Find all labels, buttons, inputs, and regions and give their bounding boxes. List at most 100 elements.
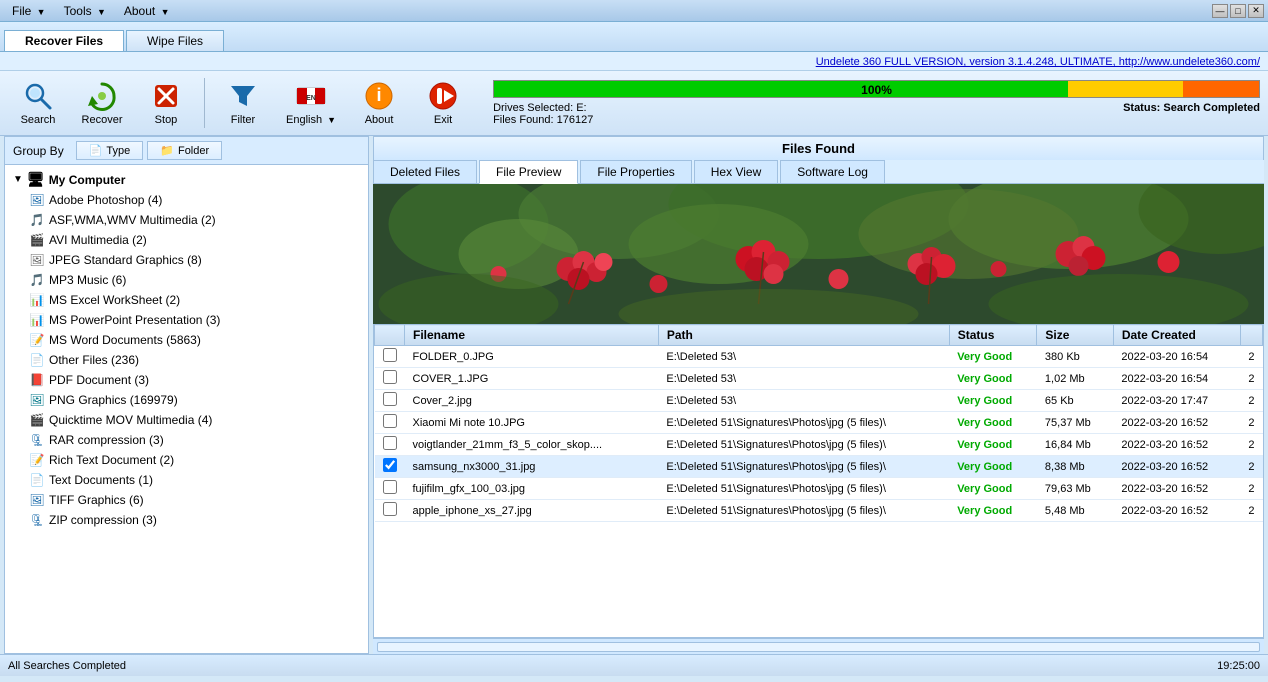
status-left: All Searches Completed [8,660,126,672]
language-button[interactable]: EN English ▼ [277,75,345,131]
table-row[interactable]: FOLDER_0.JPG E:\Deleted 53\ Very Good 38… [375,346,1263,368]
file-table-container: Filename Path Status Size Date Created F… [373,324,1264,638]
tree-item-photoshop[interactable]: 🖼 Adobe Photoshop (4) [25,190,364,210]
row-extra: 2 [1240,390,1262,412]
tree-item-pdf[interactable]: 📕 PDF Document (3) [25,370,364,390]
row-checkbox[interactable] [383,392,397,406]
row-path: E:\Deleted 53\ [658,346,949,368]
tree-item-asf[interactable]: 🎵 ASF,WMA,WMV Multimedia (2) [25,210,364,230]
tree-root-my-computer[interactable]: ▼ 🖥 My Computer [9,169,364,190]
stop-icon [150,80,182,112]
tab-software-log[interactable]: Software Log [780,160,885,183]
menu-about[interactable]: About ▼ [116,2,178,20]
tree-item-excel[interactable]: 📊 MS Excel WorkSheet (2) [25,290,364,310]
folder-label: Folder [178,145,209,157]
row-status: Very Good [949,346,1037,368]
row-checkbox-cell[interactable] [375,368,405,390]
col-date[interactable]: Date Created [1113,325,1240,346]
search-label: Search [21,114,56,126]
status-info: Status: Search Completed [1123,102,1260,126]
menu-file[interactable]: File ▼ [4,2,54,20]
group-by-type-button[interactable]: 📄 Type [76,141,144,160]
row-checkbox[interactable] [383,458,397,472]
tree-item-other[interactable]: 📄 Other Files (236) [25,350,364,370]
row-checkbox-cell[interactable] [375,500,405,522]
table-row[interactable]: Cover_2.jpg E:\Deleted 53\ Very Good 65 … [375,390,1263,412]
tree-item-mp3[interactable]: 🎵 MP3 Music (6) [25,270,364,290]
recover-button[interactable]: Recover [72,75,132,131]
table-row[interactable]: voigtlander_21mm_f3_5_color_skop.... E:\… [375,434,1263,456]
tree-item-rar[interactable]: 🗜 RAR compression (3) [25,430,364,450]
tab-wipe-files[interactable]: Wipe Files [126,30,224,51]
excel-icon: 📊 [29,292,45,308]
tab-recover-files[interactable]: Recover Files [4,30,124,51]
search-icon [22,80,54,112]
row-size: 65 Kb [1037,390,1113,412]
row-checkbox-cell[interactable] [375,456,405,478]
horizontal-scrollbar[interactable] [377,642,1260,652]
row-checkbox[interactable] [383,480,397,494]
tab-file-properties[interactable]: File Properties [580,160,691,183]
close-button[interactable]: ✕ [1248,4,1264,18]
row-size: 1,02 Mb [1037,368,1113,390]
row-checkbox-cell[interactable] [375,478,405,500]
row-path: E:\Deleted 51\Signatures\Photos\jpg (5 f… [658,412,949,434]
tree-item-label: Rich Text Document (2) [49,453,174,467]
tree-item-jpeg[interactable]: 🖼 JPEG Standard Graphics (8) [25,250,364,270]
tree-item-word[interactable]: 📝 MS Word Documents (5863) [25,330,364,350]
row-checkbox[interactable] [383,502,397,516]
row-checkbox-cell[interactable] [375,412,405,434]
table-row[interactable]: COVER_1.JPG E:\Deleted 53\ Very Good 1,0… [375,368,1263,390]
table-row[interactable]: fujifilm_gfx_100_03.jpg E:\Deleted 51\Si… [375,478,1263,500]
expand-icon: ▼ [13,174,23,185]
row-path: E:\Deleted 53\ [658,368,949,390]
about-button[interactable]: i About [349,75,409,131]
col-size[interactable]: Size [1037,325,1113,346]
tab-file-preview[interactable]: File Preview [479,160,578,184]
tree-item-zip[interactable]: 🗜 ZIP compression (3) [25,510,364,530]
col-status[interactable]: Status [949,325,1037,346]
tree-item-png[interactable]: 🖼 PNG Graphics (169979) [25,390,364,410]
col-filename[interactable]: Filename [405,325,659,346]
tree-item-ppt[interactable]: 📊 MS PowerPoint Presentation (3) [25,310,364,330]
menu-tools[interactable]: Tools ▼ [56,2,114,20]
tab-hex-view[interactable]: Hex View [694,160,778,183]
row-checkbox-cell[interactable] [375,346,405,368]
row-size: 16,84 Mb [1037,434,1113,456]
tree-item-avi[interactable]: 🎬 AVI Multimedia (2) [25,230,364,250]
row-checkbox[interactable] [383,436,397,450]
group-by-folder-button[interactable]: 📁 Folder [147,141,222,160]
tree-item-label: JPEG Standard Graphics (8) [49,253,202,267]
row-extra: 2 [1240,478,1262,500]
filter-button[interactable]: Filter [213,75,273,131]
tree-item-rtf[interactable]: 📝 Rich Text Document (2) [25,450,364,470]
app-link[interactable]: Undelete 360 FULL VERSION, version 3.1.4… [816,56,1260,68]
stop-label: Stop [155,114,178,126]
table-row[interactable]: Xiaomi Mi note 10.JPG E:\Deleted 51\Sign… [375,412,1263,434]
table-row[interactable]: apple_iphone_xs_27.jpg E:\Deleted 51\Sig… [375,500,1263,522]
row-checkbox[interactable] [383,414,397,428]
mp3-icon: 🎵 [29,272,45,288]
stop-button[interactable]: Stop [136,75,196,131]
row-checkbox[interactable] [383,348,397,362]
tree-item-tiff[interactable]: 🖼 TIFF Graphics (6) [25,490,364,510]
col-path[interactable]: Path [658,325,949,346]
row-checkbox-cell[interactable] [375,390,405,412]
exit-button[interactable]: Exit [413,75,473,131]
tree-item-txt[interactable]: 📄 Text Documents (1) [25,470,364,490]
search-button[interactable]: Search [8,75,68,131]
row-checkbox[interactable] [383,370,397,384]
maximize-button[interactable]: □ [1230,4,1246,18]
rtf-icon: 📝 [29,452,45,468]
row-checkbox-cell[interactable] [375,434,405,456]
minimize-button[interactable]: — [1212,4,1228,18]
tree-item-mov[interactable]: 🎬 Quicktime MOV Multimedia (4) [25,410,364,430]
computer-icon: 🖥 [27,171,45,188]
row-filename: fujifilm_gfx_100_03.jpg [405,478,659,500]
tab-deleted-files[interactable]: Deleted Files [373,160,477,183]
asf-icon: 🎵 [29,212,45,228]
row-date: 2022-03-20 16:52 [1113,500,1240,522]
table-row[interactable]: samsung_nx3000_31.jpg E:\Deleted 51\Sign… [375,456,1263,478]
files-found-header: Files Found [373,136,1264,160]
status-bar: All Searches Completed 19:25:00 [0,654,1268,676]
